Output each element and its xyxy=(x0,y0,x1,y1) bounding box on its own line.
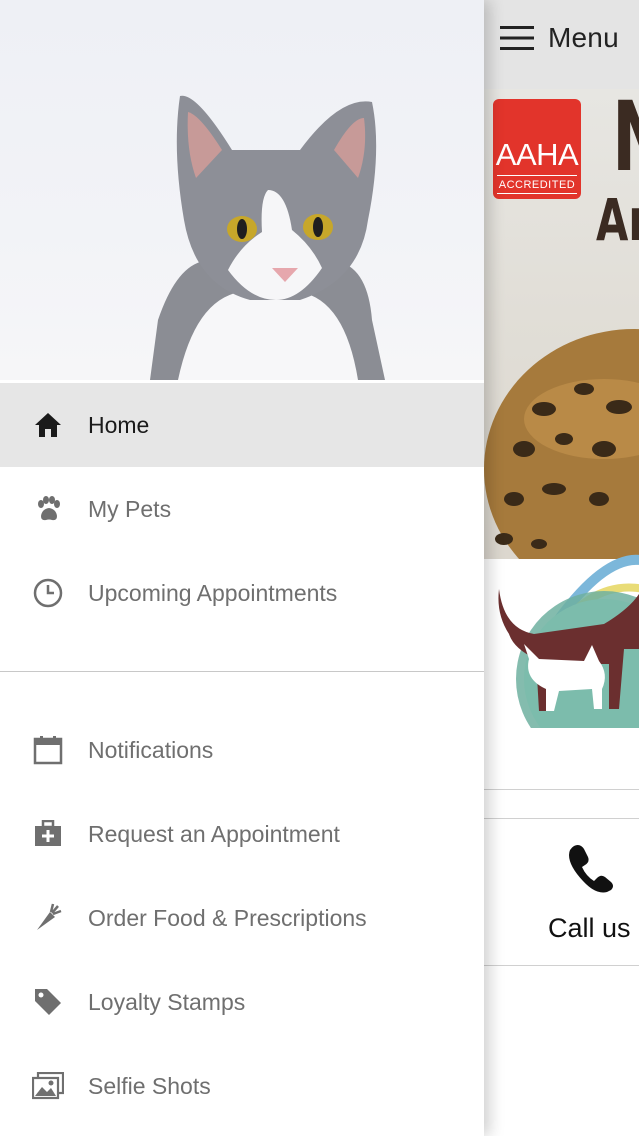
home-icon xyxy=(32,409,64,441)
phone-icon xyxy=(569,845,613,893)
carrot-icon xyxy=(32,902,64,934)
content-band xyxy=(484,728,639,790)
nav-label-selfie-shots: Selfie Shots xyxy=(88,1072,211,1099)
nav-item-notifications[interactable]: Notifications xyxy=(0,708,484,792)
cat-photo xyxy=(150,95,385,380)
aaha-badge: AAHA ACCREDITED xyxy=(493,99,581,199)
nav-label-request-appointment: Request an Appointment xyxy=(88,820,340,847)
aaha-subtext: ACCREDITED xyxy=(498,179,576,191)
paw-icon xyxy=(32,493,64,525)
nav-item-upcoming-appointments[interactable]: Upcoming Appointments xyxy=(0,551,484,635)
call-us-label: Call us xyxy=(548,913,631,943)
clock-icon xyxy=(32,577,64,609)
calendar-icon xyxy=(32,734,64,766)
nav-label-loyalty-stamps: Loyalty Stamps xyxy=(88,988,246,1015)
medical-kit-icon xyxy=(32,818,64,850)
nav-label-upcoming-appointments: Upcoming Appointments xyxy=(88,579,338,606)
call-us-button[interactable]: Call us xyxy=(484,818,639,966)
clinic-name-line-1: N xyxy=(612,89,639,185)
nav-label-home: Home xyxy=(88,411,150,438)
nav-item-selfie-shots[interactable]: Selfie Shots xyxy=(0,1044,484,1128)
nav-item-loyalty-stamps[interactable]: Loyalty Stamps xyxy=(0,960,484,1044)
tag-icon xyxy=(32,986,64,1018)
nav-item-order-food[interactable]: Order Food & Prescriptions xyxy=(0,876,484,960)
drawer-header-photo xyxy=(0,0,484,380)
nav-label-notifications: Notifications xyxy=(88,736,214,763)
photos-icon xyxy=(32,1070,64,1102)
nav-item-request-appointment[interactable]: Request an Appointment xyxy=(0,792,484,876)
menu-label: Menu xyxy=(548,22,619,53)
aaha-text: AAHA xyxy=(495,137,579,172)
nav-label-my-pets: My Pets xyxy=(88,495,172,522)
menu-button[interactable]: Menu xyxy=(500,22,619,54)
nav-label-order-food: Order Food & Prescriptions xyxy=(88,904,367,931)
clinic-banner: AAHA ACCREDITED N Ar xyxy=(484,89,639,728)
drawer-divider xyxy=(0,671,484,672)
nav-item-my-pets[interactable]: My Pets xyxy=(0,467,484,551)
nav-item-home[interactable]: Home xyxy=(0,383,484,467)
navigation-drawer: Home My Pets Upcoming Appointments Notif… xyxy=(0,0,484,1136)
hamburger-icon xyxy=(500,26,534,50)
clinic-name-line-2: Ar xyxy=(596,186,639,254)
